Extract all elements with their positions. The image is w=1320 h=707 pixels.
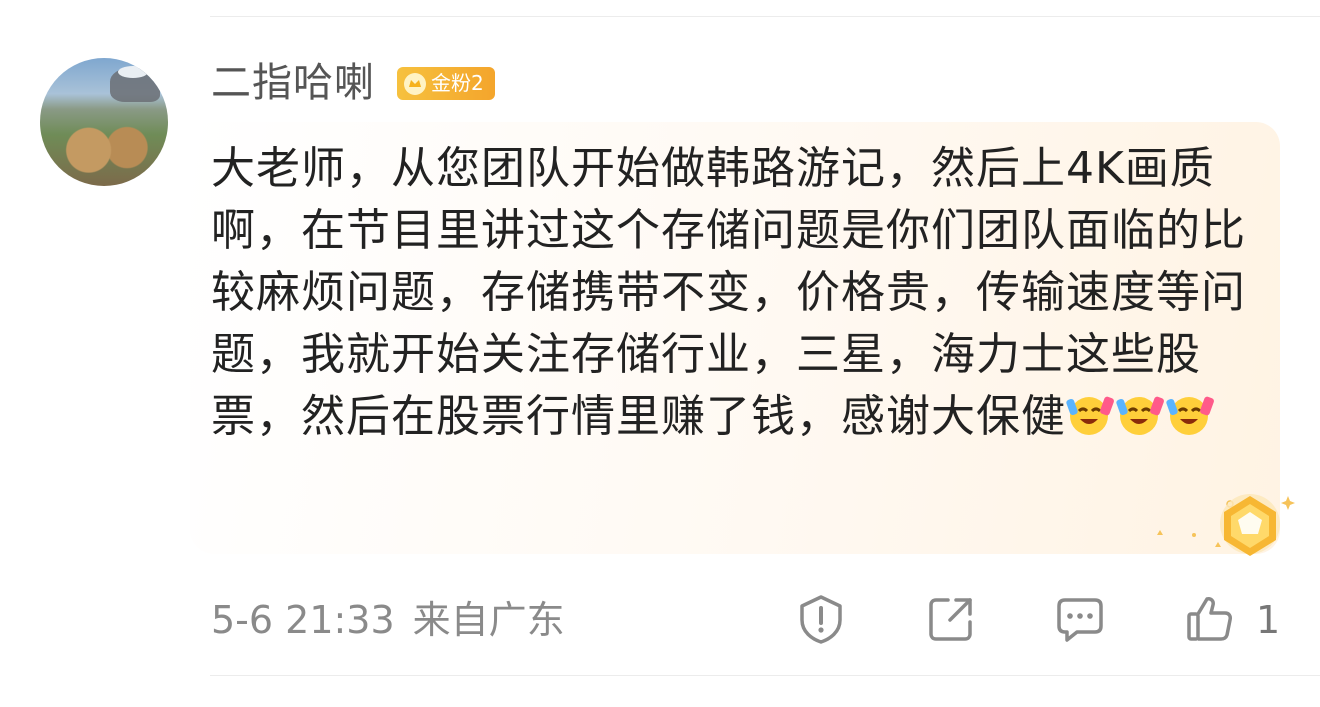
avatar-scene-snow	[118, 66, 148, 78]
cheer-emoji	[1066, 396, 1114, 435]
timestamp: 5-6 21:33	[211, 598, 395, 642]
top-divider	[210, 16, 1320, 17]
comment-icon[interactable]	[1055, 594, 1105, 644]
fan-crown-decoration-icon	[1157, 494, 1295, 556]
comment-meta: 5-6 21:33 来自广东	[211, 596, 565, 644]
comment-text[interactable]: 大老师，从您团队开始做韩路游记，然后上4K画质啊，在节目里讲过这个存储问题是你们…	[211, 138, 1261, 448]
username[interactable]: 二指哈喇	[211, 58, 375, 108]
cheer-emoji	[1166, 396, 1214, 435]
badge-label: 金粉2	[431, 71, 484, 95]
share-icon[interactable]	[926, 594, 976, 644]
location: 来自广东	[412, 598, 565, 642]
report-icon[interactable]	[796, 594, 846, 644]
thumbs-up-icon[interactable]	[1185, 594, 1235, 644]
bottom-divider	[210, 675, 1320, 676]
fan-crown-icon	[404, 72, 426, 95]
avatar[interactable]	[40, 58, 168, 186]
like-count: 1	[1256, 598, 1281, 642]
fan-level-badge[interactable]: 金粉2	[397, 67, 495, 100]
cheer-emoji	[1116, 396, 1164, 435]
